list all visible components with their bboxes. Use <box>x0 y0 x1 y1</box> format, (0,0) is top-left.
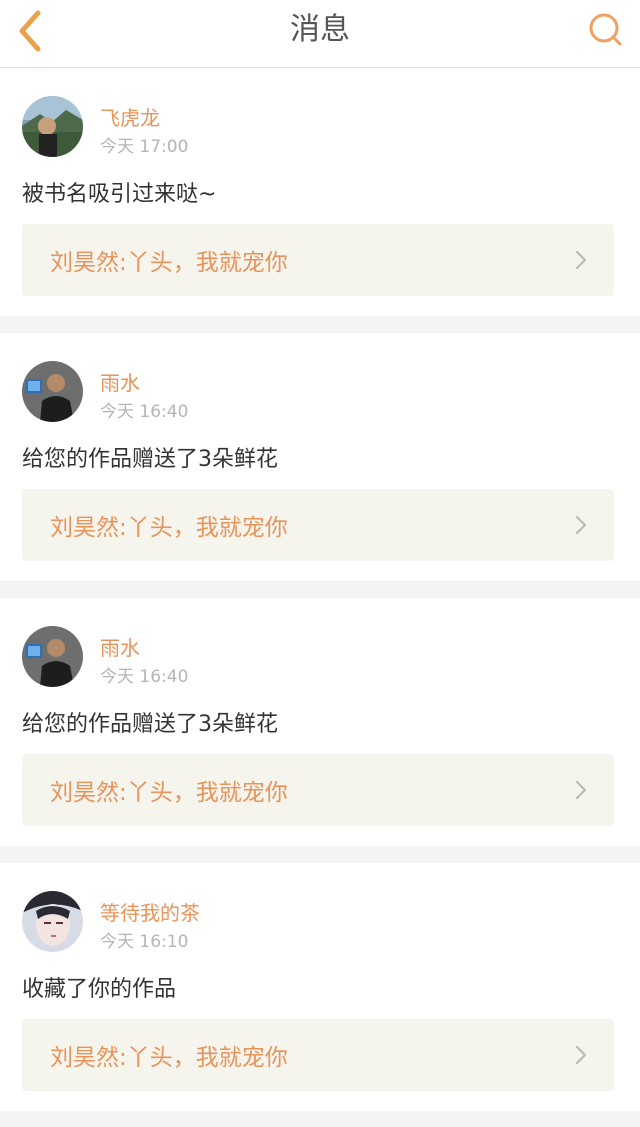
message-time: 今天 17:00 <box>100 137 189 157</box>
work-reference-link[interactable]: 刘昊然:丫头，我就宠你 <box>22 224 614 296</box>
top-nav-bar: 消息 <box>0 0 640 68</box>
work-reference-link[interactable]: 刘昊然:丫头，我就宠你 <box>22 1019 614 1091</box>
avatar-man-computer-image <box>22 626 83 687</box>
sender-name[interactable]: 雨水 <box>100 632 140 661</box>
search-icon <box>589 13 622 46</box>
message-card: 雨水 今天 16:40 给您的作品赠送了3朵鲜花 刘昊然:丫头，我就宠你 <box>0 598 640 846</box>
chevron-right-icon <box>574 514 588 536</box>
chevron-left-icon <box>19 10 41 52</box>
avatar-landscape-image <box>22 96 83 157</box>
message-time: 今天 16:40 <box>100 667 189 687</box>
work-reference-label: 刘昊然:丫头，我就宠你 <box>50 780 288 806</box>
work-reference-label: 刘昊然:丫头，我就宠你 <box>50 515 288 541</box>
work-reference-link[interactable]: 刘昊然:丫头，我就宠你 <box>22 489 614 561</box>
message-content: 给您的作品赠送了3朵鲜花 <box>22 712 278 737</box>
avatar[interactable] <box>22 96 83 157</box>
avatar-anime-portrait-image <box>22 891 83 952</box>
sender-name[interactable]: 等待我的茶 <box>100 897 200 926</box>
chevron-right-icon <box>574 249 588 271</box>
sender-name[interactable]: 飞虎龙 <box>100 102 160 131</box>
sender-name[interactable]: 雨水 <box>100 367 140 396</box>
message-time: 今天 16:40 <box>100 402 189 422</box>
chevron-right-icon <box>574 779 588 801</box>
message-time: 今天 16:10 <box>100 932 189 952</box>
message-list: 飞虎龙 今天 17:00 被书名吸引过来哒~ 刘昊然:丫头，我就宠你 雨水 今天… <box>0 68 640 1111</box>
message-card: 等待我的茶 今天 16:10 收藏了你的作品 刘昊然:丫头，我就宠你 <box>0 863 640 1111</box>
avatar[interactable] <box>22 626 83 687</box>
chevron-right-icon <box>574 1044 588 1066</box>
avatar[interactable] <box>22 361 83 422</box>
work-reference-link[interactable]: 刘昊然:丫头，我就宠你 <box>22 754 614 826</box>
message-content: 收藏了你的作品 <box>22 977 177 1002</box>
work-reference-label: 刘昊然:丫头，我就宠你 <box>50 250 288 276</box>
work-reference-label: 刘昊然:丫头，我就宠你 <box>50 1045 288 1071</box>
avatar-man-computer-image <box>22 361 83 422</box>
page-title: 消息 <box>290 12 350 47</box>
message-card: 雨水 今天 16:40 给您的作品赠送了3朵鲜花 刘昊然:丫头，我就宠你 <box>0 333 640 581</box>
message-content: 给您的作品赠送了3朵鲜花 <box>22 447 278 472</box>
message-content: 被书名吸引过来哒~ <box>22 182 217 207</box>
message-card: 飞虎龙 今天 17:00 被书名吸引过来哒~ 刘昊然:丫头，我就宠你 <box>0 68 640 316</box>
search-button[interactable] <box>586 10 626 50</box>
avatar[interactable] <box>22 891 83 952</box>
back-button[interactable] <box>10 6 50 56</box>
